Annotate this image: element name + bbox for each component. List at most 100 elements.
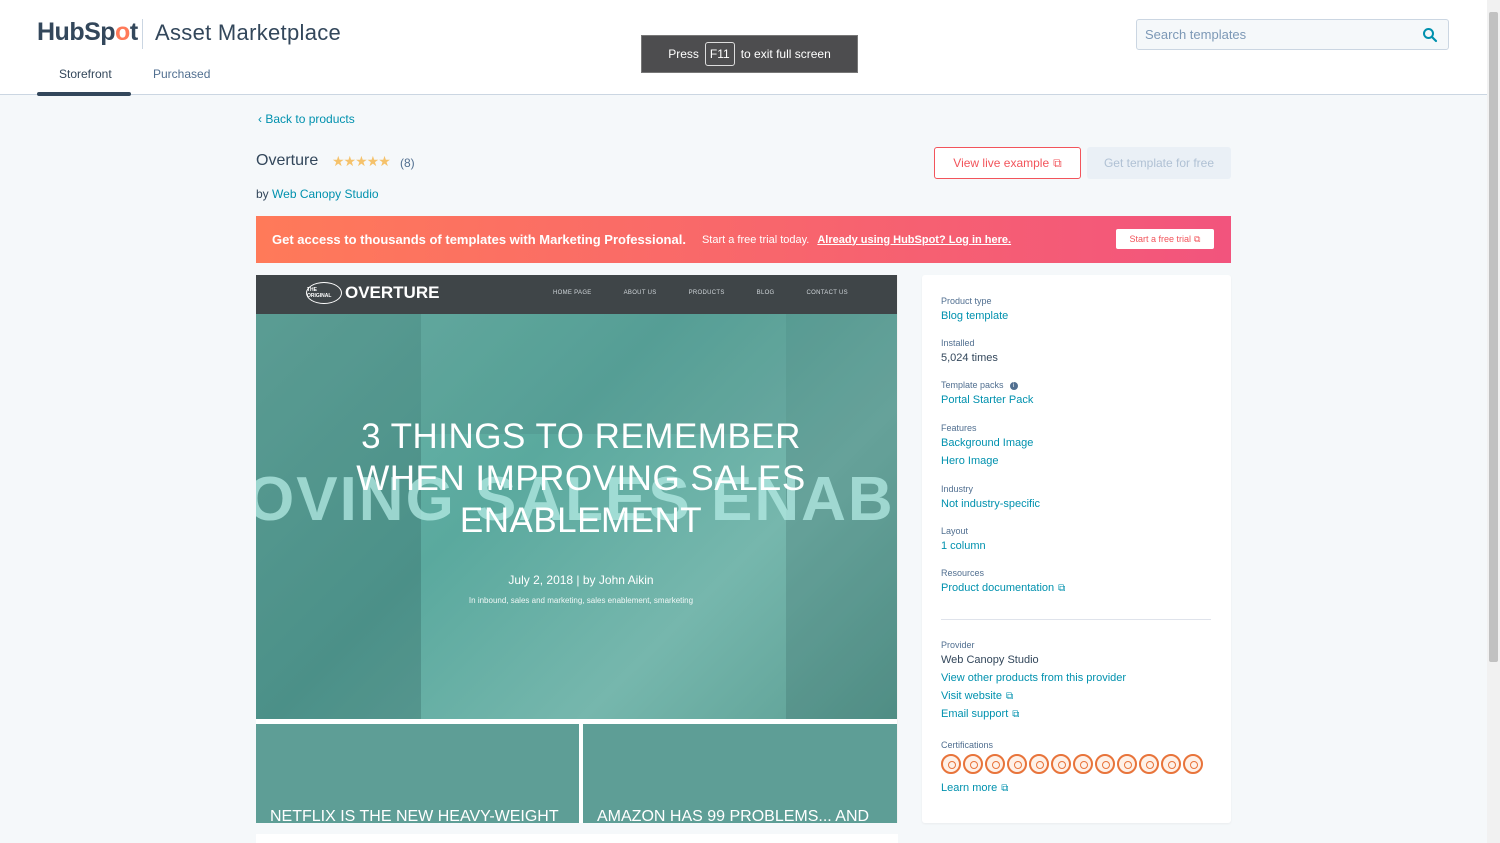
fullscreen-text: to exit full screen	[740, 47, 831, 61]
fullscreen-notice: Press F11 to exit full screen	[641, 35, 858, 73]
visit-website-link[interactable]: Visit website ⧉	[941, 690, 1126, 702]
view-live-label: View live example	[953, 156, 1050, 170]
learn-more-link[interactable]: Learn more ⧉	[941, 782, 1203, 794]
product-documentation-link[interactable]: Product documentation ⧉	[941, 582, 1065, 594]
preview-below-panel	[256, 834, 898, 843]
certification-badge-icon[interactable]	[985, 754, 1005, 774]
visit-website-label: Visit website	[941, 690, 1002, 702]
product-details-panel: Product type Blog template Installed 5,0…	[922, 275, 1231, 823]
certification-badge-icon[interactable]	[1073, 754, 1093, 774]
app-title: Asset Marketplace	[155, 20, 342, 45]
search-icon[interactable]	[1422, 27, 1438, 43]
certification-badge-icon[interactable]	[1007, 754, 1027, 774]
info-icon[interactable]: i	[1009, 381, 1018, 390]
email-support-link[interactable]: Email support ⧉	[941, 708, 1126, 720]
start-free-trial-button[interactable]: Start a free trial ⧉	[1116, 229, 1214, 249]
industry-label: Industry	[941, 484, 974, 494]
certifications-field: Certifications Learn more ⧉	[941, 740, 1203, 794]
back-label: Back to products	[265, 112, 355, 126]
other-products-link[interactable]: View other products from this provider	[941, 672, 1126, 684]
certification-badge-icon[interactable]	[1117, 754, 1137, 774]
view-live-example-button[interactable]: View live example ⧉	[934, 147, 1081, 179]
features-label: Features	[941, 423, 977, 433]
certification-badge-icon[interactable]	[941, 754, 961, 774]
resources-field: Resources Product documentation ⧉	[941, 568, 1065, 594]
post-card-title: AMAZON HAS 99 PROBLEMS... AND	[597, 808, 870, 823]
product-title: Overture	[256, 152, 319, 169]
hero-title: 3 THINGS TO REMEMBER WHEN IMPROVING SALE…	[356, 417, 806, 540]
sidebar-divider	[941, 619, 1211, 620]
installed-field: Installed 5,024 times	[941, 338, 998, 364]
promo-banner: Get access to thousands of templates wit…	[256, 216, 1231, 263]
product-type-value[interactable]: Blog template	[941, 310, 1008, 322]
provider-name: Web Canopy Studio	[941, 654, 1039, 666]
provider-field: Provider Web Canopy Studio View other pr…	[941, 640, 1126, 720]
external-link-icon: ⧉	[1194, 233, 1201, 244]
product-type-label: Product type	[941, 296, 992, 306]
start-trial-label: Start a free trial	[1129, 234, 1192, 244]
layout-value[interactable]: 1 column	[941, 540, 986, 552]
hero-tags: In inbound, sales and marketing, sales e…	[468, 596, 694, 605]
author-byline: by Web Canopy Studio	[256, 187, 379, 201]
preview-hero: OVING SALES ENABLI 3 THINGS TO REMEMBER …	[256, 314, 897, 719]
external-link-icon: ⧉	[1001, 783, 1009, 794]
preview-nav-item: CONTACT US	[806, 290, 848, 296]
hubspot-logo[interactable]: HubSpot	[37, 18, 138, 47]
template-preview[interactable]: THE ORIGINAL OVERTURE HOME PAGE ABOUT US…	[256, 275, 898, 823]
promo-login-link[interactable]: Already using HubSpot? Log in here.	[817, 234, 1011, 246]
external-link-icon: ⧉	[1058, 583, 1066, 594]
preview-post-card: AMAZON HAS 99 PROBLEMS... AND	[583, 724, 897, 823]
installed-label: Installed	[941, 338, 975, 348]
page-scrollbar-thumb[interactable]	[1489, 12, 1498, 662]
template-packs-value[interactable]: Portal Starter Pack	[941, 394, 1033, 406]
preview-post-card: NETFLIX IS THE NEW HEAVY-WEIGHT	[256, 724, 579, 823]
post-card-title: NETFLIX IS THE NEW HEAVY-WEIGHT	[270, 808, 559, 823]
resources-label: Resources	[941, 568, 985, 578]
back-to-products-link[interactable]: ‹ Back to products	[258, 112, 355, 126]
external-link-icon: ⧉	[1012, 709, 1020, 720]
logo-text-post: t	[129, 18, 138, 46]
certification-badge-icon[interactable]	[1183, 754, 1203, 774]
learn-more-label: Learn more	[941, 782, 998, 794]
preview-scrollbar[interactable]	[897, 275, 898, 823]
rating-count[interactable]: (8)	[400, 156, 415, 170]
fullscreen-press: Press	[668, 47, 699, 61]
certification-badge-icon[interactable]	[1029, 754, 1049, 774]
promo-trial-text: Start a free trial today.	[701, 233, 810, 246]
feature-item[interactable]: Background Image	[941, 437, 1033, 449]
installed-value: 5,024 times	[941, 352, 998, 364]
preview-badge-icon: THE ORIGINAL	[306, 282, 342, 304]
page-scrollbar[interactable]	[1487, 0, 1500, 843]
preview-navbar: THE ORIGINAL OVERTURE HOME PAGE ABOUT US…	[256, 275, 897, 314]
certification-badge-icon[interactable]	[1095, 754, 1115, 774]
search-box	[1136, 19, 1449, 50]
certification-badge-icon[interactable]	[1051, 754, 1071, 774]
tab-purchased[interactable]: Purchased	[153, 67, 210, 81]
search-input[interactable]	[1137, 20, 1407, 49]
feature-item[interactable]: Hero Image	[941, 455, 1033, 467]
promo-headline: Get access to thousands of templates wit…	[272, 232, 686, 247]
preview-nav-item: ABOUT US	[623, 290, 657, 296]
external-link-icon: ⧉	[1005, 691, 1014, 702]
author-link[interactable]: Web Canopy Studio	[272, 187, 379, 201]
email-support-label: Email support	[941, 708, 1009, 720]
external-link-icon: ⧉	[1053, 155, 1062, 170]
features-field: Features Background Image Hero Image	[941, 423, 1033, 467]
sprocket-icon: o	[115, 18, 130, 46]
preview-nav-links: HOME PAGE ABOUT US PRODUCTS BLOG CONTACT…	[553, 290, 848, 296]
industry-value[interactable]: Not industry-specific	[941, 498, 1040, 510]
industry-field: Industry Not industry-specific	[941, 484, 1040, 510]
certification-badge-icon[interactable]	[1161, 754, 1181, 774]
preview-nav-item: HOME PAGE	[553, 290, 592, 296]
star-rating-icon[interactable]: ★★★★★	[332, 153, 391, 170]
certification-badge-icon[interactable]	[963, 754, 983, 774]
hero-meta: July 2, 2018 | by John Aikin	[508, 573, 654, 587]
certifications-label: Certifications	[941, 740, 994, 750]
preview-nav-item: BLOG	[756, 290, 775, 296]
template-packs-label-row: Template packs i	[941, 380, 1033, 390]
certification-badge-icon[interactable]	[1139, 754, 1159, 774]
by-label: by	[256, 187, 269, 201]
get-template-button[interactable]: Get template for free	[1087, 147, 1231, 179]
active-tab-indicator	[37, 92, 131, 96]
tab-storefront[interactable]: Storefront	[59, 67, 112, 81]
